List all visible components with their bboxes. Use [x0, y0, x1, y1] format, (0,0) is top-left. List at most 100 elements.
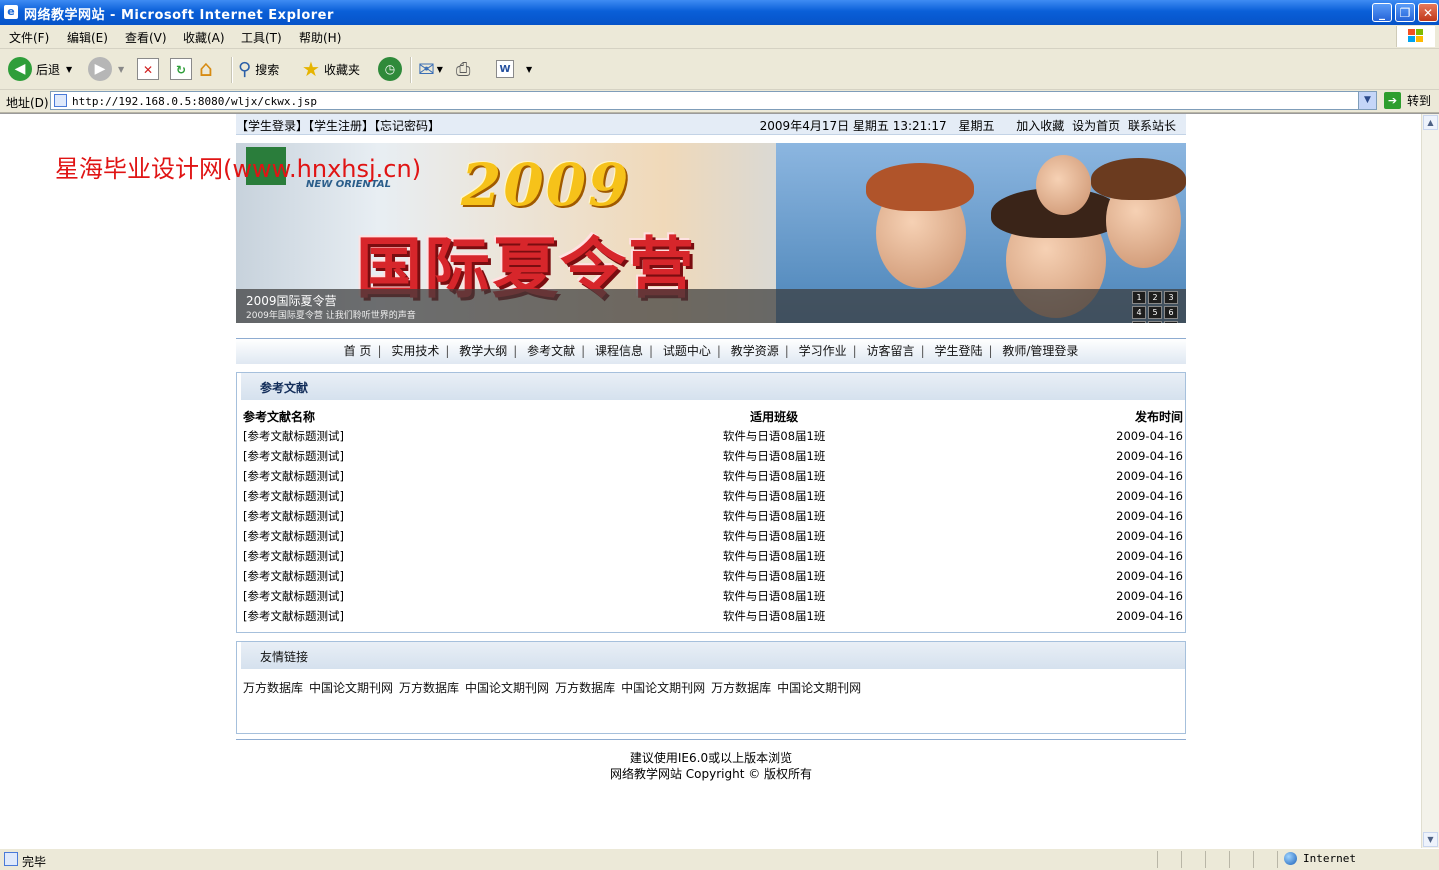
scroll-down-icon[interactable]: ▼: [1423, 832, 1438, 847]
literature-title-link[interactable]: [参考文献标题测试]: [237, 546, 598, 566]
nav-resources[interactable]: 教学资源: [731, 344, 779, 358]
back-button[interactable]: ◀ 后退 ▼: [8, 55, 72, 83]
slide-button-6[interactable]: 6: [1164, 306, 1178, 319]
account-links[interactable]: 【学生登录】【学生注册】【忘记密码】: [236, 117, 440, 134]
refresh-button[interactable]: ↻: [170, 55, 192, 83]
literature-date: 2009-04-16: [1116, 509, 1183, 523]
table-row: [参考文献标题测试] 软件与日语08届1班 2009-04-16: [237, 426, 1185, 446]
slide-button-8[interactable]: 8: [1148, 321, 1162, 323]
slide-button-3[interactable]: 3: [1164, 291, 1178, 304]
scroll-up-icon[interactable]: ▲: [1423, 115, 1438, 130]
literature-panel: 参考文献 参考文献名称 适用班级 发布时间 [参考文献标题测试] 软件与日语08届…: [236, 372, 1186, 633]
table-row: [参考文献标题测试] 软件与日语08届1班 2009-04-16: [237, 566, 1185, 586]
top-strip: 【学生登录】【学生注册】【忘记密码】 2009年4月17日 星期五 13:21:…: [236, 114, 1186, 135]
friend-link[interactable]: 中国论文期刊网: [777, 681, 861, 695]
printer-icon: ⎙: [456, 58, 471, 80]
slide-button-2[interactable]: 2: [1148, 291, 1162, 304]
friend-link[interactable]: 万方数据库: [711, 681, 771, 695]
nav-guestbook[interactable]: 访客留言: [867, 344, 915, 358]
literature-title-link[interactable]: [参考文献标题测试]: [237, 486, 598, 506]
literature-date: 2009-04-16: [1116, 549, 1183, 563]
nav-course-info[interactable]: 课程信息: [595, 344, 643, 358]
main-nav: 首 页 | 实用技术 | 教学大纲 | 参考文献 | 课程信息 | 试题中心 | 教学资源 |…: [236, 338, 1186, 364]
friend-link[interactable]: 中国论文期刊网: [465, 681, 549, 695]
literature-title-link[interactable]: [参考文献标题测试]: [237, 586, 598, 606]
literature-title-link[interactable]: [参考文献标题测试]: [237, 426, 598, 446]
menu-favorites[interactable]: 收藏(A): [183, 29, 225, 46]
col-date-header: 发布时间: [1134, 409, 1183, 424]
literature-class: 软件与日语08届1班: [722, 609, 826, 623]
literature-header: 参考文献: [237, 373, 1185, 400]
security-zone: Internet: [1284, 852, 1356, 865]
menu-file[interactable]: 文件(F): [9, 29, 49, 46]
banner-year: 2009: [461, 151, 631, 219]
literature-class: 软件与日语08届1班: [722, 429, 826, 443]
table-row: [参考文献标题测试] 软件与日语08届1班 2009-04-16: [237, 586, 1185, 606]
nav-student-login[interactable]: 学生登陆: [934, 344, 982, 358]
friend-link[interactable]: 中国论文期刊网: [309, 681, 393, 695]
nav-home[interactable]: 首 页: [344, 344, 372, 358]
literature-class: 软件与日语08届1班: [722, 489, 826, 503]
go-button[interactable]: ➔ 转到: [1383, 92, 1431, 109]
vertical-scrollbar[interactable]: ▲ ▼: [1421, 114, 1439, 848]
address-input[interactable]: http://192.168.0.5:8080/wljx/ckwx.jsp ▼: [50, 91, 1377, 110]
minimize-button[interactable]: _: [1372, 3, 1392, 22]
friend-links-panel: 友情链接 万方数据库 中国论文期刊网 万方数据库 中国论文期刊网 万方数据库 中国论文期刊…: [236, 641, 1186, 734]
slide-button-5[interactable]: 5: [1148, 306, 1162, 319]
friend-link[interactable]: 万方数据库: [555, 681, 615, 695]
literature-title-link[interactable]: [参考文献标题测试]: [237, 446, 598, 466]
favorites-button[interactable]: ★ 收藏夹: [302, 55, 360, 83]
search-button[interactable]: ⚲ 搜索: [238, 55, 279, 83]
page-viewport: 【学生登录】【学生注册】【忘记密码】 2009年4月17日 星期五 13:21:…: [0, 113, 1439, 848]
banner-caption-title: 2009国际夏令营: [246, 294, 337, 308]
add-favorite-link[interactable]: 加入收藏: [1016, 119, 1064, 133]
table-row: [参考文献标题测试] 软件与日语08届1班 2009-04-16: [237, 606, 1185, 626]
nav-syllabus[interactable]: 教学大纲: [459, 344, 507, 358]
nav-exam-center[interactable]: 试题中心: [663, 344, 711, 358]
contact-link[interactable]: 联系站长: [1128, 119, 1176, 133]
chevron-down-icon: ▼: [436, 64, 443, 74]
literature-title-link[interactable]: [参考文献标题测试]: [237, 506, 598, 526]
mail-button[interactable]: ✉ ▼: [418, 55, 443, 83]
slide-button-9[interactable]: 9: [1164, 321, 1178, 323]
nav-practical-tech[interactable]: 实用技术: [391, 344, 439, 358]
menu-edit[interactable]: 编辑(E): [67, 29, 108, 46]
literature-date: 2009-04-16: [1116, 609, 1183, 623]
table-row: [参考文献标题测试] 软件与日语08届1班 2009-04-16: [237, 486, 1185, 506]
literature-title-link[interactable]: [参考文献标题测试]: [237, 526, 598, 546]
literature-title-link[interactable]: [参考文献标题测试]: [237, 566, 598, 586]
star-icon: ★: [302, 57, 320, 81]
menu-bar: 文件(F) 编辑(E) 查看(V) 收藏(A) 工具(T) 帮助(H): [0, 25, 1439, 49]
menu-help[interactable]: 帮助(H): [299, 29, 341, 46]
stop-button[interactable]: ✕: [137, 55, 159, 83]
literature-title-link[interactable]: [参考文献标题测试]: [237, 466, 598, 486]
slide-button-4[interactable]: 4: [1132, 306, 1146, 319]
history-button[interactable]: ◷: [378, 55, 402, 83]
banner-caption-sub: 2009年国际夏令营 让我们聆听世界的声音: [246, 311, 416, 321]
nav-teacher-login[interactable]: 教师/管理登录: [1002, 344, 1078, 358]
home-button[interactable]: ⌂: [199, 55, 213, 83]
mail-icon: ✉: [418, 57, 435, 81]
set-home-link[interactable]: 设为首页: [1072, 119, 1120, 133]
page-status-icon: [4, 852, 18, 866]
nav-homework[interactable]: 学习作业: [799, 344, 847, 358]
close-button[interactable]: ✕: [1418, 3, 1438, 22]
edit-button[interactable]: W ▼: [496, 55, 532, 83]
nav-references[interactable]: 参考文献: [527, 344, 575, 358]
friend-link[interactable]: 中国论文期刊网: [621, 681, 705, 695]
slide-button-7[interactable]: 7: [1132, 321, 1146, 323]
table-row: [参考文献标题测试] 软件与日语08届1班 2009-04-16: [237, 446, 1185, 466]
menu-view[interactable]: 查看(V): [125, 29, 167, 46]
literature-title-link[interactable]: [参考文献标题测试]: [237, 606, 598, 626]
menu-tools[interactable]: 工具(T): [241, 29, 282, 46]
page-icon: [54, 94, 67, 107]
restore-button[interactable]: ❐: [1395, 3, 1415, 22]
print-button[interactable]: ⎙: [456, 55, 470, 83]
address-dropdown-icon[interactable]: ▼: [1358, 92, 1376, 109]
forward-button[interactable]: ▶ ▼: [88, 55, 124, 83]
current-datetime: 2009年4月17日 星期五 13:21:17: [759, 119, 947, 133]
slide-button-1[interactable]: 1: [1132, 291, 1146, 304]
friend-link[interactable]: 万方数据库: [399, 681, 459, 695]
toolbar: ◀ 后退 ▼ ▶ ▼ ✕ ↻ ⌂ ⚲ 搜索 ★ 收藏夹 ◷ ✉ ▼ ⎙ W ▼: [0, 49, 1439, 90]
friend-link[interactable]: 万方数据库: [243, 681, 303, 695]
